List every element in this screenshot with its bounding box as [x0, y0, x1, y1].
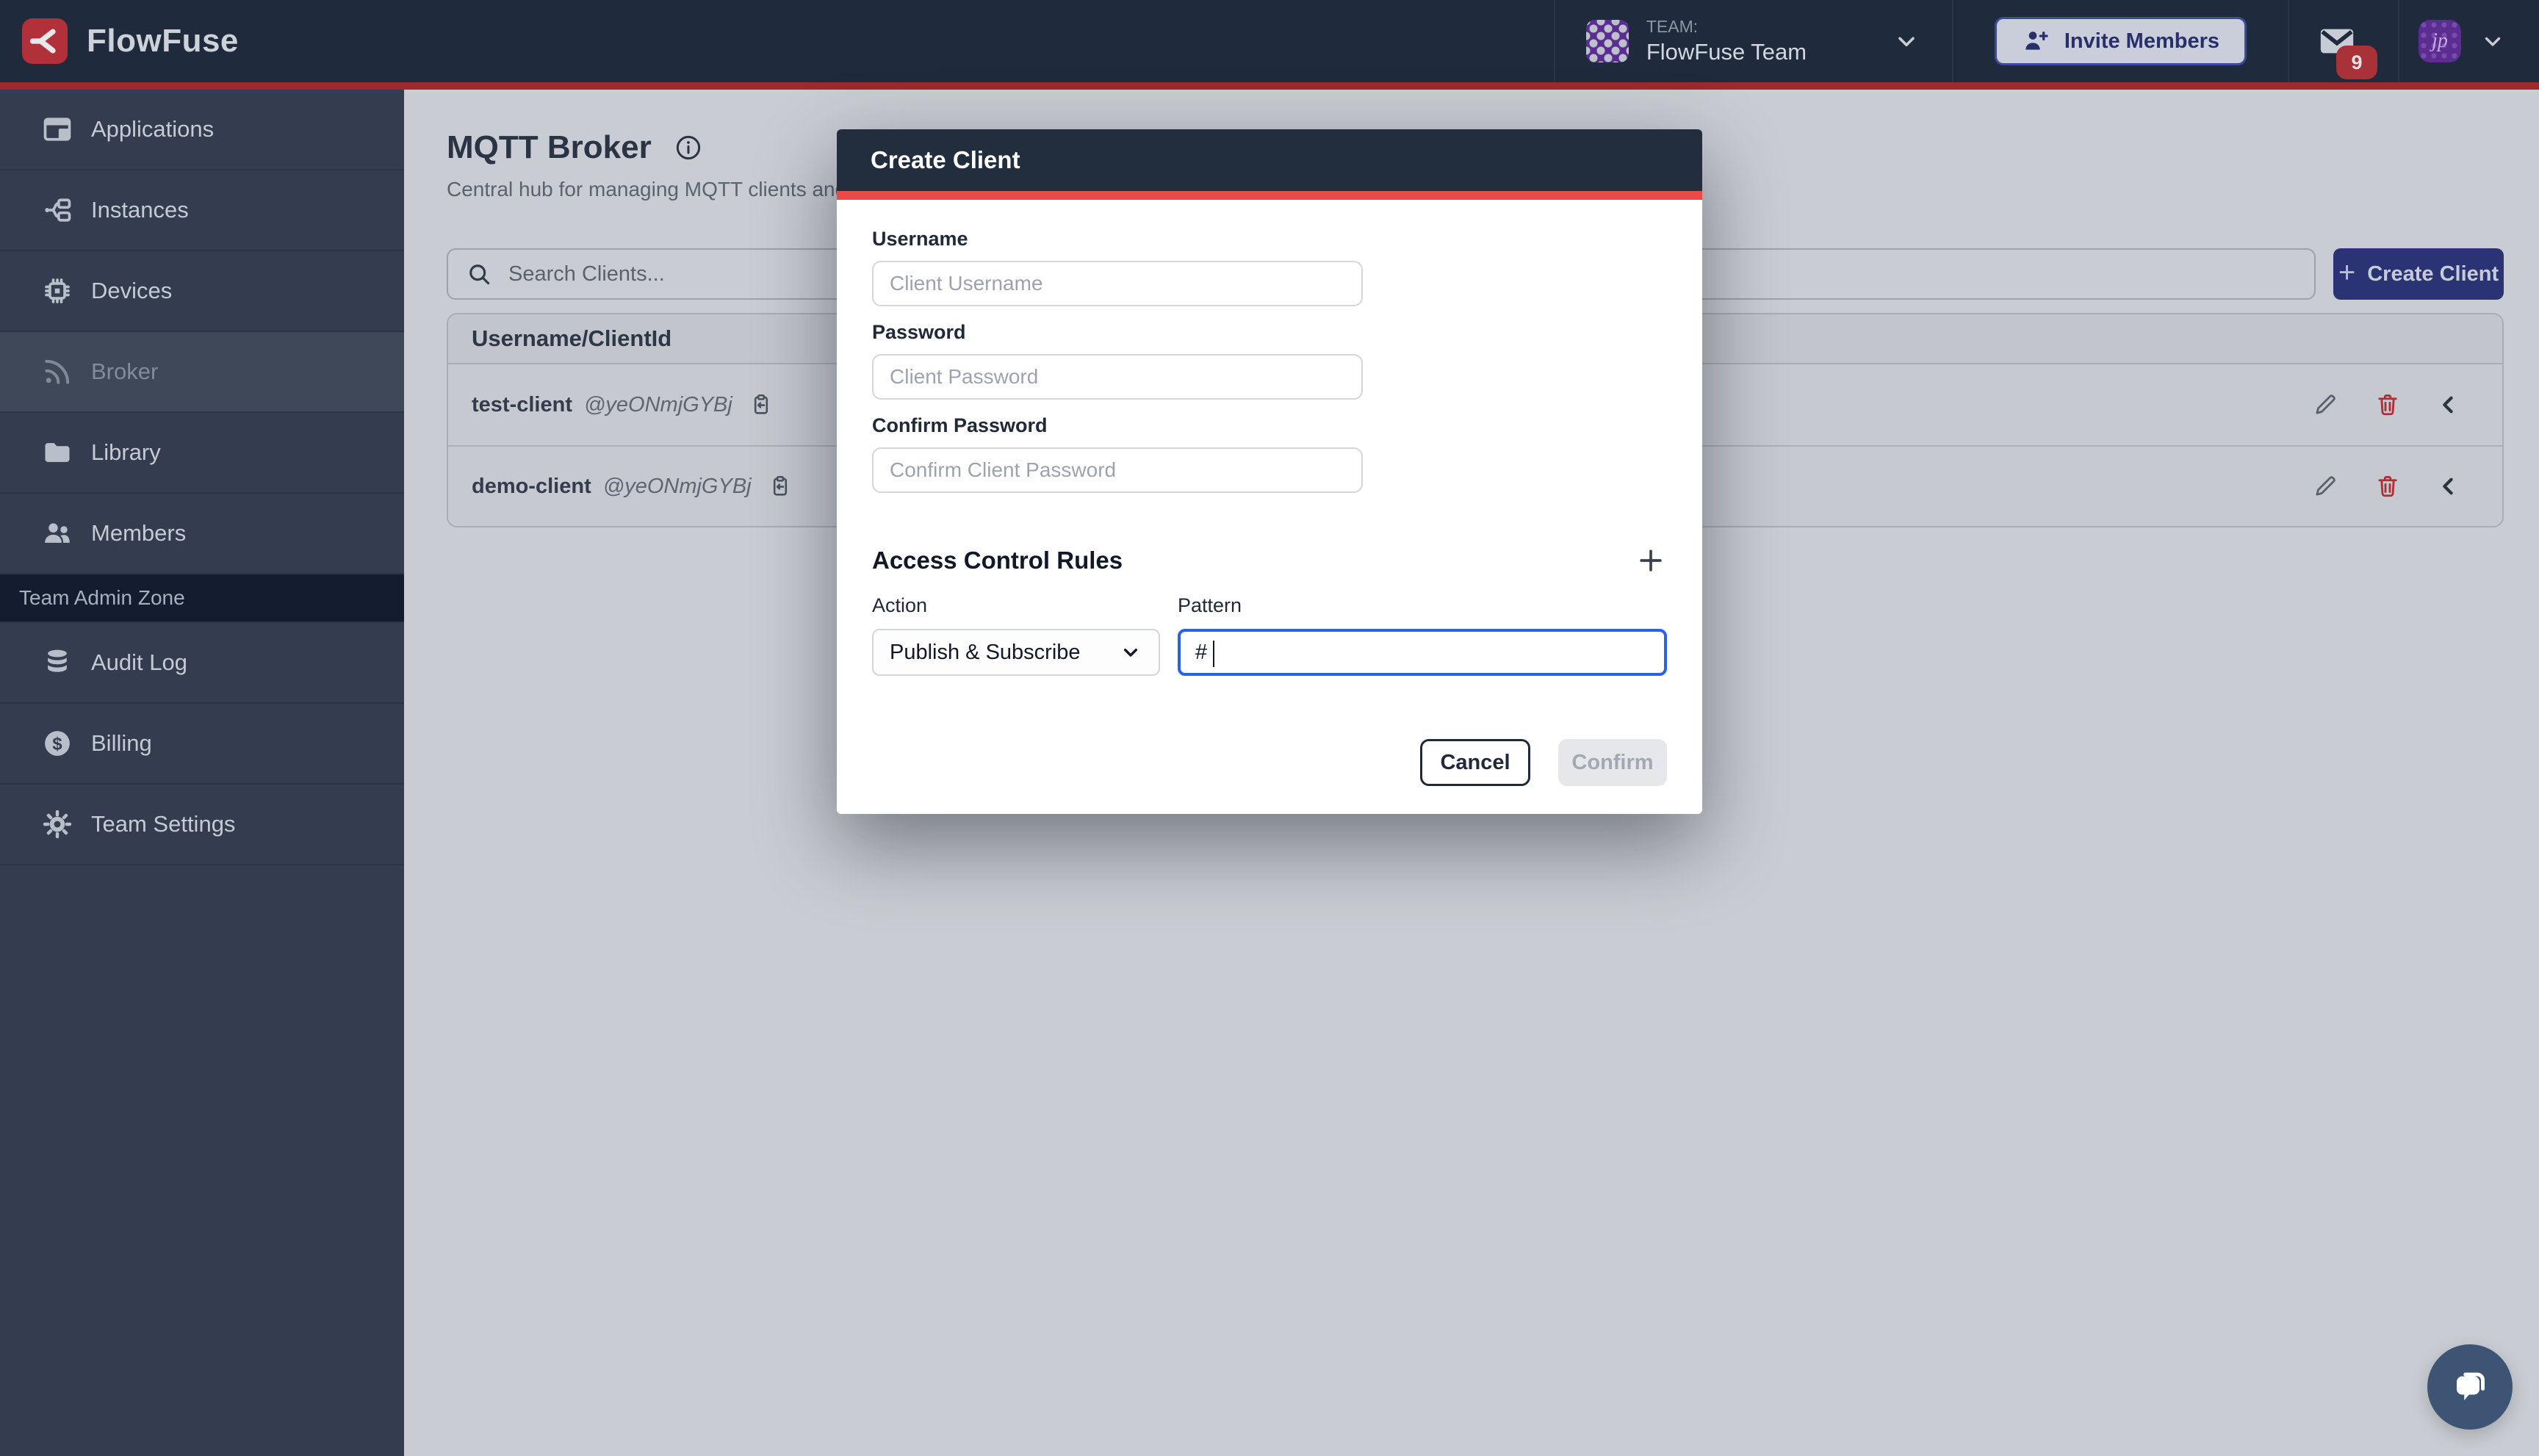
team-admin-zone-banner: Team Admin Zone — [0, 574, 404, 623]
chevron-down-icon — [2480, 29, 2505, 54]
brand-name: FlowFuse — [87, 23, 239, 60]
sidebar-item-label: Instances — [91, 197, 189, 223]
copy-clipboard-icon[interactable] — [768, 474, 793, 499]
sidebar-item-team-settings[interactable]: Team Settings — [0, 785, 404, 865]
sidebar-item-label: Devices — [91, 278, 172, 304]
page-title: MQTT Broker — [447, 129, 652, 166]
sidebar-item-applications[interactable]: Applications — [0, 90, 404, 170]
notification-count-badge: 9 — [2336, 46, 2377, 79]
client-id-suffix: @yeONmjGYBj — [603, 475, 752, 499]
top-navbar: FlowFuse TEAM: FlowFuse Team Invite Memb… — [0, 0, 2539, 90]
sidebar-item-label: Audit Log — [91, 649, 187, 676]
sidebar-item-library[interactable]: Library — [0, 413, 404, 494]
broker-icon — [41, 356, 73, 388]
search-icon — [466, 261, 492, 287]
action-select-value: Publish & Subscribe — [890, 641, 1081, 665]
devices-icon — [41, 275, 73, 307]
password-label: Password — [872, 321, 1667, 344]
sidebar-item-label: Broker — [91, 358, 158, 385]
library-icon — [41, 436, 73, 469]
client-username: demo-client — [472, 475, 591, 499]
chat-bubbles-icon — [2448, 1365, 2492, 1409]
access-control-rules-heading: Access Control Rules — [872, 547, 1123, 574]
edit-client-icon[interactable] — [2311, 472, 2339, 500]
add-rule-plus-icon[interactable] — [1635, 544, 1667, 577]
notifications-button[interactable]: 9 — [2314, 21, 2360, 62]
sidebar-item-instances[interactable]: Instances — [0, 170, 404, 251]
delete-client-icon[interactable] — [2374, 392, 2401, 418]
confirm-password-label: Confirm Password — [872, 414, 1667, 437]
sidebar-item-devices[interactable]: Devices — [0, 251, 404, 332]
user-menu[interactable]: jp — [2399, 0, 2539, 82]
audit-log-icon — [41, 646, 73, 679]
user-plus-icon — [2022, 26, 2051, 56]
text-cursor — [1213, 641, 1214, 667]
client-username-input[interactable] — [872, 261, 1363, 306]
modal-header: Create Client — [837, 129, 1702, 200]
svg-text:$: $ — [52, 734, 62, 754]
flowfuse-logo-icon[interactable] — [22, 18, 68, 64]
pattern-column: Pattern — [1178, 594, 1667, 676]
confirm-client-password-input[interactable] — [872, 447, 1363, 493]
sidebar-item-label: Members — [91, 520, 186, 547]
client-id-suffix: @yeONmjGYBj — [584, 393, 732, 417]
sidebar-item-broker[interactable]: Broker — [0, 332, 404, 413]
user-avatar: jp — [2419, 20, 2461, 62]
username-label: Username — [872, 228, 1667, 251]
members-icon — [41, 517, 73, 549]
sidebar-item-members[interactable]: Members — [0, 494, 404, 574]
create-client-button[interactable]: + Create Client — [2333, 248, 2504, 300]
edit-client-icon[interactable] — [2311, 391, 2339, 419]
invite-members-label: Invite Members — [2064, 29, 2219, 54]
team-selector[interactable]: TEAM: FlowFuse Team — [1555, 0, 1952, 82]
brand: FlowFuse — [0, 18, 239, 64]
billing-icon: $ — [41, 727, 73, 760]
pattern-input[interactable] — [1195, 641, 1649, 665]
sidebar-item-label: Team Settings — [91, 811, 235, 837]
sidebar-item-label: Library — [91, 439, 161, 466]
invite-members-button[interactable]: Invite Members — [1995, 17, 2247, 65]
sidebar-item-label: Applications — [91, 116, 214, 143]
chevron-down-icon — [1893, 28, 1920, 54]
sidebar-item-billing[interactable]: $ Billing — [0, 704, 404, 785]
cancel-button[interactable]: Cancel — [1420, 739, 1530, 786]
action-select[interactable]: Publish & Subscribe — [872, 629, 1160, 676]
team-avatar — [1586, 20, 1629, 62]
info-icon[interactable] — [674, 133, 703, 162]
create-client-modal: Create Client Username Password Confirm … — [837, 129, 1702, 814]
action-column: Action Publish & Subscribe — [872, 594, 1160, 676]
gear-icon — [41, 808, 73, 840]
team-name: FlowFuse Team — [1646, 39, 1807, 65]
create-client-label: Create Client — [2367, 262, 2499, 286]
delete-client-icon[interactable] — [2374, 473, 2401, 500]
applications-icon — [41, 113, 73, 145]
copy-clipboard-icon[interactable] — [749, 392, 774, 417]
pattern-label: Pattern — [1178, 594, 1667, 617]
client-username: test-client — [472, 393, 572, 417]
confirm-button[interactable]: Confirm — [1558, 739, 1667, 786]
chevron-left-icon[interactable] — [2436, 474, 2461, 499]
chevron-left-icon[interactable] — [2436, 392, 2461, 417]
sidebar-item-audit-log[interactable]: Audit Log — [0, 623, 404, 704]
chevron-down-icon — [1119, 641, 1142, 664]
action-label: Action — [872, 594, 1160, 617]
chat-widget-button[interactable] — [2427, 1344, 2513, 1430]
instances-icon — [41, 194, 73, 226]
sidebar: Applications Instances Devices Broker Li… — [0, 90, 404, 1456]
team-label: TEAM: — [1646, 17, 1807, 36]
pattern-field — [1178, 629, 1667, 676]
modal-title: Create Client — [871, 146, 1020, 174]
client-password-input[interactable] — [872, 354, 1363, 400]
sidebar-item-label: Billing — [91, 730, 152, 757]
plus-icon: + — [2338, 258, 2355, 287]
